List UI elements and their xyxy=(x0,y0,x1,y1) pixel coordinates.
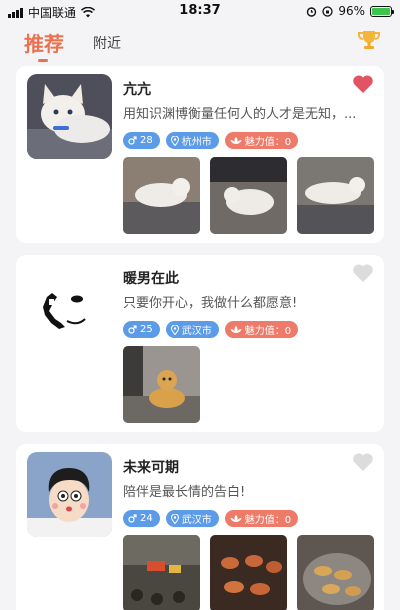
orientation-lock-icon xyxy=(322,5,333,17)
status-right: 96% xyxy=(306,4,394,18)
user-badges: 28 杭州市 魅力值：0 xyxy=(123,132,299,149)
user-card[interactable]: 亢亢 用知识渊博衡量任何人的人才是无知，... 28 杭州市 魅力值：0 xyxy=(16,66,384,243)
lotus-icon xyxy=(230,137,242,144)
top-tabs: 推荐 附近 xyxy=(0,26,400,62)
trophy-icon[interactable] xyxy=(356,28,382,54)
location-icon xyxy=(170,324,179,335)
user-card[interactable]: 暖男在此 只要你开心，我做什么都愿意! 25 武汉市 魅力值：0 xyxy=(16,255,384,432)
city-badge: 杭州市 xyxy=(165,132,219,149)
charm-value: 魅力值：0 xyxy=(244,137,292,148)
status-bar: 中国联通 18:37 96% xyxy=(0,0,400,22)
city-value: 武汉市 xyxy=(181,326,212,337)
avatar[interactable] xyxy=(27,263,112,348)
charm-badge: 魅力值：0 xyxy=(224,510,299,527)
user-card[interactable]: 未来可期 陪伴是最长情的告白! 24 武汉市 魅力值：0 xyxy=(16,444,384,610)
heart-icon[interactable] xyxy=(352,263,374,283)
avatar[interactable] xyxy=(27,452,112,537)
alarm-icon xyxy=(307,6,317,17)
heart-icon[interactable] xyxy=(352,74,374,94)
age-badge: 24 xyxy=(123,510,160,527)
photo-thumbnail[interactable] xyxy=(210,535,287,610)
photo-thumbnail[interactable] xyxy=(297,157,374,234)
tab-indicator xyxy=(38,59,48,62)
age-value: 25 xyxy=(140,324,153,335)
photo-thumbnail[interactable] xyxy=(210,157,287,234)
charm-value: 魅力值：0 xyxy=(244,326,292,337)
user-name: 暖男在此 xyxy=(123,271,179,287)
location-icon xyxy=(170,513,179,524)
photo-thumbnail[interactable] xyxy=(297,535,374,610)
battery-percent: 96% xyxy=(338,4,365,18)
photo-thumbnail[interactable] xyxy=(123,157,200,234)
photo-thumbnail[interactable] xyxy=(123,535,200,610)
user-name: 未来可期 xyxy=(123,460,179,476)
lotus-icon xyxy=(230,515,242,522)
user-badges: 24 武汉市 魅力值：0 xyxy=(123,510,299,527)
age-badge: 25 xyxy=(123,321,160,338)
battery-icon xyxy=(370,5,394,17)
user-name: 亢亢 xyxy=(123,82,151,98)
male-icon xyxy=(128,325,137,334)
age-value: 24 xyxy=(140,513,153,524)
male-icon xyxy=(128,514,137,523)
charm-badge: 魅力值：0 xyxy=(224,321,299,338)
city-badge: 武汉市 xyxy=(165,321,219,338)
avatar[interactable] xyxy=(27,74,112,159)
lotus-icon xyxy=(230,326,242,333)
charm-value: 魅力值：0 xyxy=(244,515,292,526)
male-icon xyxy=(128,136,137,145)
user-bio: 只要你开心，我做什么都愿意! xyxy=(123,296,298,311)
age-badge: 28 xyxy=(123,132,160,149)
age-value: 28 xyxy=(140,135,153,146)
tab-recommend[interactable]: 推荐 xyxy=(24,28,64,57)
photo-thumbnail[interactable] xyxy=(123,346,200,423)
tab-nearby[interactable]: 附近 xyxy=(93,33,121,53)
city-badge: 武汉市 xyxy=(165,510,219,527)
heart-icon[interactable] xyxy=(352,452,374,472)
location-icon xyxy=(170,135,179,146)
user-badges: 25 武汉市 魅力值：0 xyxy=(123,321,299,338)
city-value: 杭州市 xyxy=(181,137,212,148)
user-bio: 用知识渊博衡量任何人的人才是无知，... xyxy=(123,107,357,122)
charm-badge: 魅力值：0 xyxy=(224,132,299,149)
city-value: 武汉市 xyxy=(181,515,212,526)
photo-row xyxy=(123,346,200,423)
photo-row xyxy=(123,535,374,610)
photo-row xyxy=(123,157,374,234)
user-bio: 陪伴是最长情的告白! xyxy=(123,485,246,500)
